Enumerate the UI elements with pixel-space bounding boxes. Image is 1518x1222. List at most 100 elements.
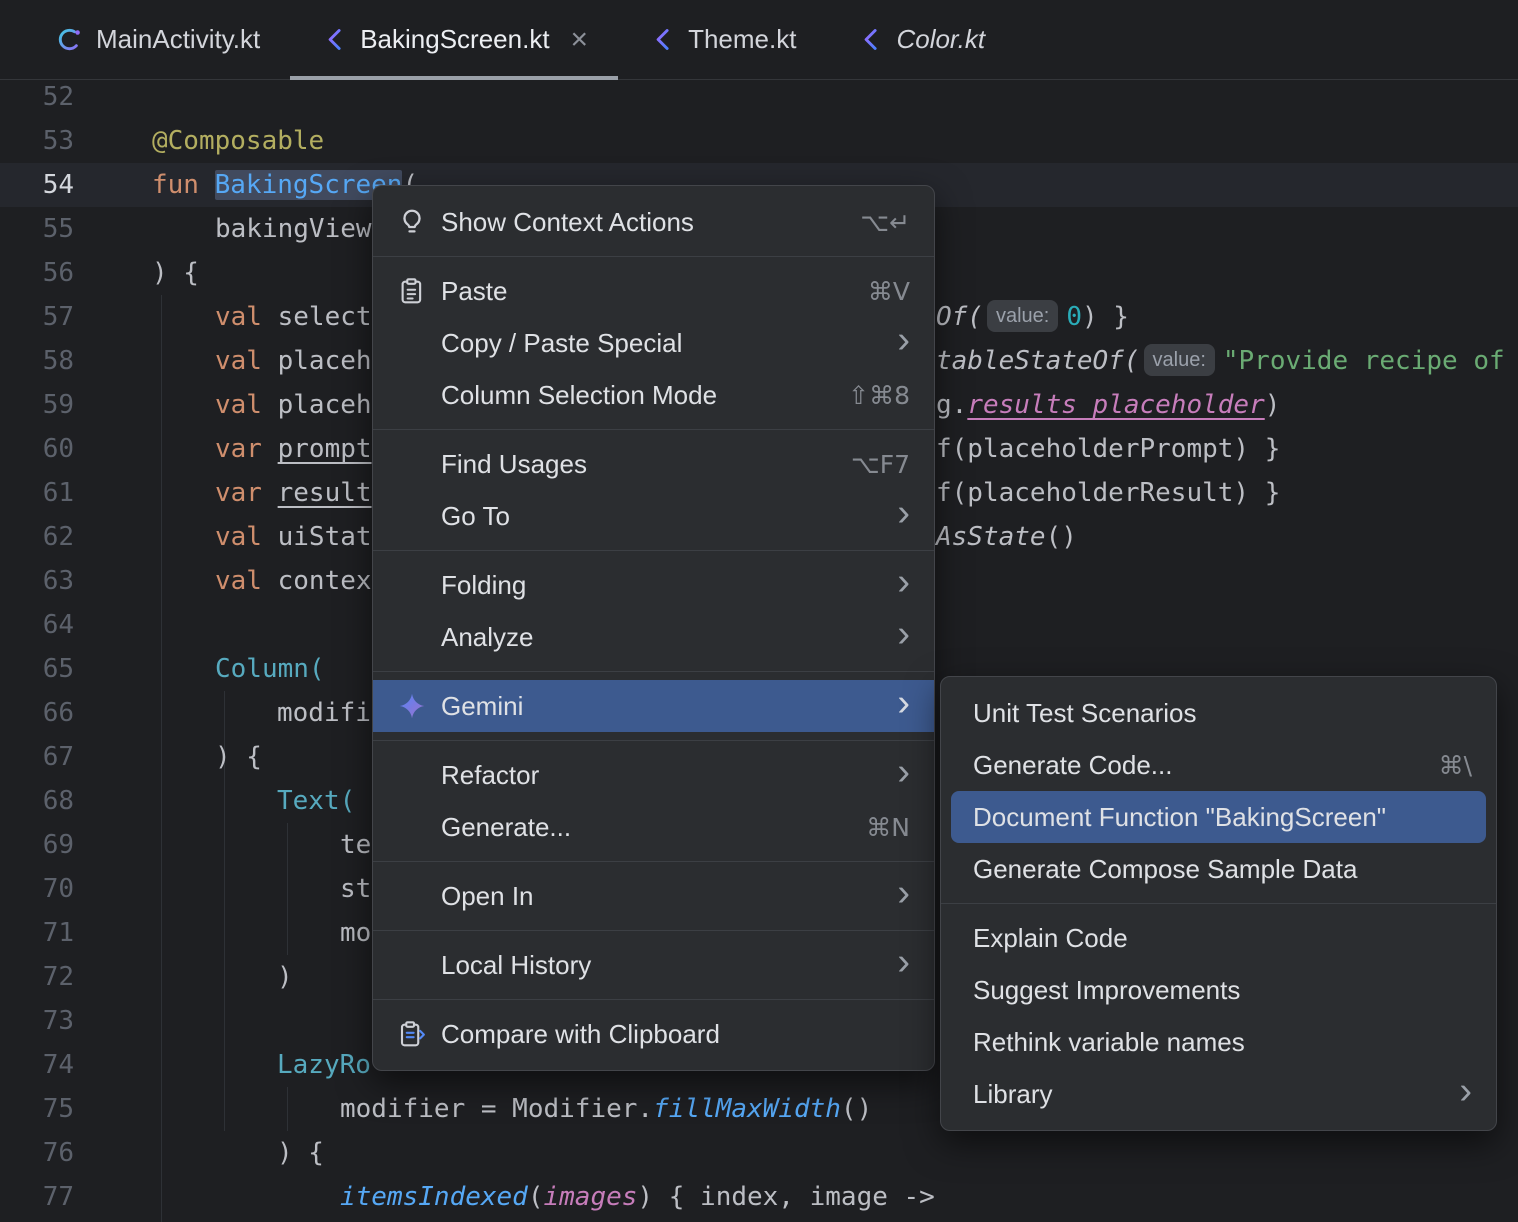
line-number[interactable]: 62 [0,515,74,559]
line-number[interactable]: 65 [0,647,74,691]
code-token: ) { index, image -> [637,1182,935,1212]
code-token: val [215,522,262,552]
menu-item-rethink-variable-names[interactable]: Rethink variable names [941,1016,1496,1068]
code-token: uiStat [261,522,372,552]
menu-separator [373,930,934,931]
code-token: AsState [936,522,1046,552]
menu-item-suggest-improvements[interactable]: Suggest Improvements [941,964,1496,1016]
line-number[interactable]: 70 [0,867,74,911]
menu-item-analyze[interactable]: Analyze › [373,611,934,663]
code-line-52[interactable]: 52 [0,75,1518,119]
code-token: bakingView [215,214,372,244]
compare-clipboard-icon [397,1019,427,1049]
line-number[interactable]: 61 [0,471,74,515]
code-token: val [215,390,262,420]
line-number[interactable]: 73 [0,999,74,1043]
menu-separator [941,903,1496,904]
tab-mainactivity-kt[interactable]: MainActivity.kt [26,0,290,79]
menu-item-copy-paste-special[interactable]: Copy / Paste Special › [373,317,934,369]
code-line-53[interactable]: 53 @Composable [0,119,1518,163]
line-number[interactable]: 74 [0,1043,74,1087]
chevron-right-icon: › [897,682,910,724]
menu-item-label: Analyze [441,621,534,652]
code-text: te [340,823,371,867]
code-token: fun [152,170,199,200]
line-number[interactable]: 66 [0,691,74,735]
menu-item-paste[interactable]: Paste ⌘V [373,265,934,317]
chevron-right-icon: › [1459,1070,1472,1112]
code-token: modifi [277,698,371,728]
gemini-submenu: Unit Test Scenarios Generate Code... ⌘\ Doc… [940,676,1497,1131]
menu-item-open-in[interactable]: Open In › [373,870,934,922]
menu-item-refactor[interactable]: Refactor › [373,749,934,801]
menu-item-show-context-actions[interactable]: Show Context Actions ⌥↵ [373,196,934,248]
shortcut-hint: ⌥↵ [860,207,910,237]
code-line-77[interactable]: 77 itemsIndexed(images) { index, image -> [0,1175,1518,1219]
menu-item-document-function-bakingscreen[interactable]: Document Function "BakingScreen" [951,791,1486,843]
code-token: result [277,478,372,508]
line-number[interactable]: 60 [0,427,74,471]
line-number[interactable]: 56 [0,251,74,295]
menu-item-label: Find Usages [441,448,587,479]
code-token: placeh [261,390,372,420]
code-line-76[interactable]: 76) { [0,1131,1518,1175]
menu-item-explain-code[interactable]: Explain Code [941,912,1496,964]
code-text-right-fragment: tableStateOf(value: "Provide recipe of [936,339,1505,383]
code-token: g. [936,390,968,420]
code-text-right-fragment: Of(value: 0) } [936,295,1129,339]
menu-item-label: Folding [441,569,527,600]
chevron-right-icon: › [897,492,910,534]
tab-bakingscreen-kt[interactable]: BakingScreen.kt × [290,0,618,80]
menu-item-compare-with-clipboard[interactable]: Compare with Clipboard [373,1008,934,1060]
menu-item-go-to[interactable]: Go To › [373,490,934,542]
line-number[interactable]: 71 [0,911,74,955]
code-token: @Composable [152,126,325,156]
line-number[interactable]: 72 [0,955,74,999]
menu-item-generate[interactable]: Generate... ⌘N [373,801,934,853]
line-number[interactable]: 64 [0,603,74,647]
code-token: ) [277,962,293,992]
line-number[interactable]: 75 [0,1087,74,1131]
menu-item-column-selection-mode[interactable]: Column Selection Mode ⇧⌘8 [373,369,934,421]
tab-theme-kt[interactable]: Theme.kt [618,0,826,79]
code-token: () [840,1094,873,1124]
line-number[interactable]: 69 [0,823,74,867]
menu-item-find-usages[interactable]: Find Usages ⌥F7 [373,438,934,490]
menu-item-local-history[interactable]: Local History › [373,939,934,991]
menu-item-label: Generate Code... [973,749,1173,780]
inlay-hint-value: value: [986,300,1059,332]
line-number[interactable]: 77 [0,1175,74,1219]
code-text: st [340,867,371,911]
line-number[interactable]: 59 [0,383,74,427]
code-text: itemsIndexed(images) { index, image -> [340,1175,935,1219]
menu-item-folding[interactable]: Folding › [373,559,934,611]
line-number[interactable]: 67 [0,735,74,779]
menu-item-gemini[interactable]: Gemini › [373,680,934,732]
code-text: LazyRo [277,1043,371,1087]
menu-item-label: Generate... [441,811,572,842]
line-number[interactable]: 54 [0,163,74,207]
line-number[interactable]: 57 [0,295,74,339]
line-number[interactable]: 63 [0,559,74,603]
menu-item-label: Open In [441,880,534,911]
close-icon[interactable]: × [571,24,589,55]
inlay-hint-value: value: [1143,344,1215,376]
tab-label: Theme.kt [688,24,797,54]
tab-color-kt[interactable]: Color.kt [826,0,1015,79]
code-token: Text( [277,786,356,816]
line-number[interactable]: 68 [0,779,74,823]
line-number[interactable]: 52 [0,75,74,119]
menu-separator [373,256,934,257]
code-token: itemsIndexed [340,1182,528,1212]
menu-item-generate-code[interactable]: Generate Code... ⌘\ [941,739,1496,791]
line-number[interactable]: 76 [0,1131,74,1175]
menu-item-library[interactable]: Library › [941,1068,1496,1120]
chevron-right-icon: › [897,941,910,983]
menu-item-generate-compose-sample-data[interactable]: Generate Compose Sample Data [941,843,1496,895]
menu-item-unit-test-scenarios[interactable]: Unit Test Scenarios [941,687,1496,739]
menu-item-label: Show Context Actions [441,206,694,237]
line-number[interactable]: 58 [0,339,74,383]
line-number[interactable]: 53 [0,119,74,163]
line-number[interactable]: 55 [0,207,74,251]
